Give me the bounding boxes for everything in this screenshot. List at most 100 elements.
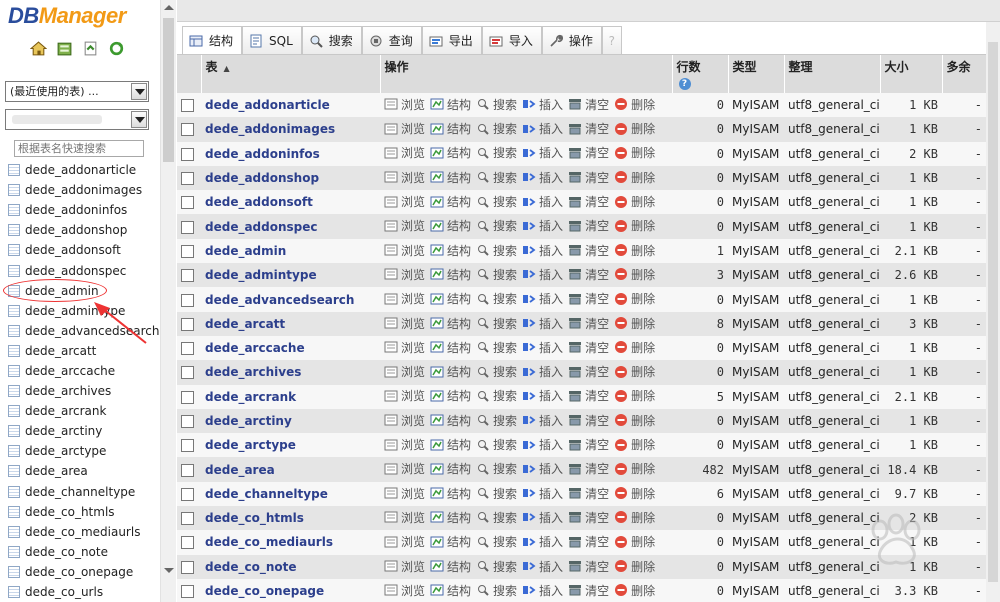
tab-import[interactable]: 导入 [481,26,542,54]
table-icon[interactable] [8,164,20,177]
sidebar-table-item[interactable]: dede_area [8,461,160,481]
table-icon[interactable] [8,344,20,357]
search-action[interactable]: 搜索 [476,120,517,137]
table-icon[interactable] [8,525,20,538]
structure-action[interactable]: 结构 [430,144,471,161]
browse-action[interactable]: 浏览 [384,290,425,307]
empty-action[interactable]: 清空 [568,387,609,404]
app-logo[interactable]: DBManager [8,3,126,29]
sidebar-table-item[interactable]: dede_addonimages [8,180,160,200]
table-name-link[interactable]: dede_addonarticle [205,98,330,112]
browse-action[interactable]: 浏览 [384,217,425,234]
browse-action[interactable]: 浏览 [384,533,425,550]
table-icon[interactable] [8,184,20,197]
table-icon[interactable] [8,264,20,277]
table-name-link[interactable]: dede_addonspec [205,220,318,234]
browse-action[interactable]: 浏览 [384,363,425,380]
table-icon[interactable] [8,385,20,398]
browse-action[interactable]: 浏览 [384,387,425,404]
row-checkbox[interactable] [181,99,194,113]
empty-action[interactable]: 清空 [568,533,609,550]
drop-action[interactable]: 删除 [614,558,655,575]
empty-action[interactable]: 清空 [568,120,609,137]
table-icon[interactable] [8,545,20,558]
tab-sql[interactable]: SQL [242,26,302,54]
empty-action[interactable]: 清空 [568,315,609,332]
search-action[interactable]: 搜索 [476,460,517,477]
table-icon[interactable] [8,425,20,438]
browse-action[interactable]: 浏览 [384,193,425,210]
browse-action[interactable]: 浏览 [384,169,425,186]
insert-action[interactable]: 插入 [522,96,563,113]
structure-action[interactable]: 结构 [430,339,471,356]
search-action[interactable]: 搜索 [476,533,517,550]
col-table[interactable]: 表 ▲ [201,55,381,93]
table-icon[interactable] [8,324,20,337]
structure-action[interactable]: 结构 [430,96,471,113]
table-icon[interactable] [8,586,20,599]
row-checkbox[interactable] [181,269,194,283]
row-checkbox[interactable] [181,293,194,307]
sidebar-table-label[interactable]: dede_arcrank [25,404,106,418]
table-name-link[interactable]: dede_area [205,463,275,477]
structure-action[interactable]: 结构 [430,120,471,137]
insert-action[interactable]: 插入 [522,315,563,332]
browse-action[interactable]: 浏览 [384,558,425,575]
insert-action[interactable]: 插入 [522,436,563,453]
empty-action[interactable]: 清空 [568,485,609,502]
search-action[interactable]: 搜索 [476,412,517,429]
empty-action[interactable]: 清空 [568,290,609,307]
insert-action[interactable]: 插入 [522,533,563,550]
row-checkbox[interactable] [181,147,194,161]
search-action[interactable]: 搜索 [476,144,517,161]
search-action[interactable]: 搜索 [476,315,517,332]
insert-action[interactable]: 插入 [522,193,563,210]
drop-action[interactable]: 删除 [614,485,655,502]
table-name-link[interactable]: dede_co_mediaurls [205,535,333,549]
drop-action[interactable]: 删除 [614,460,655,477]
recent-tables-select[interactable]: (最近使用的表) ... [5,81,149,102]
table-name-link[interactable]: dede_admin [205,244,286,258]
table-icon[interactable] [8,204,20,217]
browse-action[interactable]: 浏览 [384,266,425,283]
structure-action[interactable]: 结构 [430,217,471,234]
sidebar-table-label[interactable]: dede_co_htmls [25,505,115,519]
tab-query[interactable]: 查询 [361,26,422,54]
insert-action[interactable]: 插入 [522,509,563,526]
insert-action[interactable]: 插入 [522,485,563,502]
browse-action[interactable]: 浏览 [384,315,425,332]
scroll-thumb[interactable] [988,42,998,582]
browse-action[interactable]: 浏览 [384,582,425,599]
insert-action[interactable]: 插入 [522,266,563,283]
table-icon[interactable] [8,505,20,518]
sidebar-table-label[interactable]: dede_channeltype [25,485,135,499]
refresh-icon[interactable] [108,40,125,57]
sidebar-table-item[interactable]: dede_addonshop [8,220,160,240]
insert-action[interactable]: 插入 [522,290,563,307]
insert-action[interactable]: 插入 [522,582,563,599]
table-name-link[interactable]: dede_co_htmls [205,511,304,525]
drop-action[interactable]: 删除 [614,290,655,307]
sidebar-table-item[interactable]: dede_co_htmls [8,502,160,522]
drop-action[interactable]: 删除 [614,363,655,380]
sidebar-table-label[interactable]: dede_arctype [25,444,106,458]
search-action[interactable]: 搜索 [476,169,517,186]
table-name-link[interactable]: dede_archives [205,365,301,379]
structure-action[interactable]: 结构 [430,412,471,429]
sidebar-table-label[interactable]: dede_addonimages [25,183,142,197]
structure-action[interactable]: 结构 [430,485,471,502]
empty-action[interactable]: 清空 [568,509,609,526]
browse-action[interactable]: 浏览 [384,242,425,259]
drop-action[interactable]: 删除 [614,144,655,161]
row-checkbox[interactable] [181,172,194,186]
search-action[interactable]: 搜索 [476,436,517,453]
sidebar-table-item[interactable]: dede_arcrank [8,401,160,421]
tab-wrench[interactable]: 操作 [541,26,602,54]
sidebar-table-item[interactable]: dede_archives [8,381,160,401]
drop-action[interactable]: 删除 [614,582,655,599]
empty-action[interactable]: 清空 [568,217,609,234]
browse-action[interactable]: 浏览 [384,412,425,429]
search-action[interactable]: 搜索 [476,242,517,259]
search-action[interactable]: 搜索 [476,290,517,307]
sidebar-table-item[interactable]: dede_co_mediaurls [8,522,160,542]
